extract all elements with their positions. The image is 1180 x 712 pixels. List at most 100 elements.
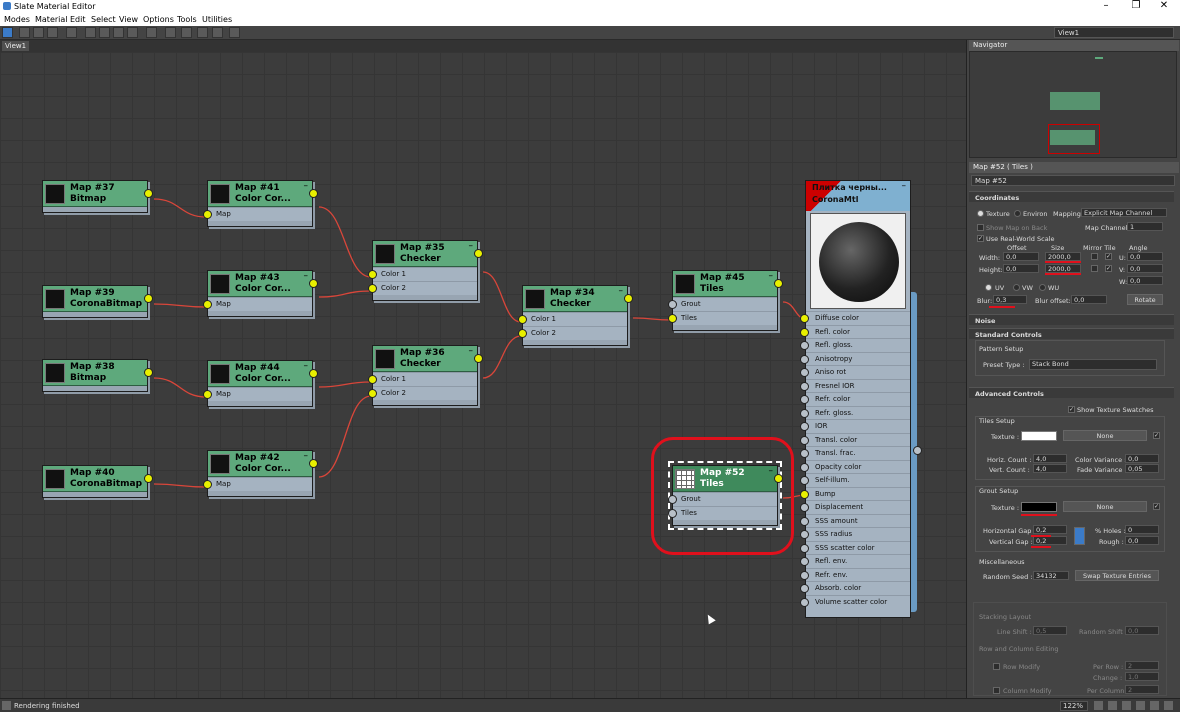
rotate-button[interactable]: Rotate [1127,294,1163,305]
environ-radio[interactable] [1014,210,1021,217]
holes-spinner[interactable]: 0 [1125,525,1159,534]
rollout-advanced-controls[interactable]: Advanced Controls [969,387,1174,398]
zoom-region-icon[interactable] [1122,701,1131,710]
input-socket[interactable] [800,314,809,323]
lock-gap-icon[interactable] [1074,527,1085,545]
node-map-43[interactable]: Map #43 Color Cor... – Map [203,270,318,317]
navigator-view[interactable] [969,51,1177,158]
material-slot[interactable]: SSS scatter color [800,540,910,555]
input-socket[interactable] [518,329,527,338]
assign-material-icon[interactable] [47,27,58,38]
node-map-38[interactable]: Map #38 Bitmap [42,359,153,392]
input-socket[interactable] [800,489,809,499]
u-angle-spinner[interactable]: 0,0 [1127,252,1163,261]
output-socket[interactable] [144,368,153,377]
vert-count-spinner[interactable]: 4,0 [1033,464,1067,473]
vw-radio[interactable] [1013,284,1020,291]
grout-texture-checkbox[interactable]: ✓ [1153,503,1160,510]
material-slot[interactable]: Transl. color [800,432,910,447]
map-name-field[interactable]: Map #52 [971,175,1175,186]
background-icon[interactable] [127,27,138,38]
material-slot[interactable]: Opacity color [800,459,910,474]
input-socket[interactable] [203,210,212,219]
output-socket[interactable] [309,279,318,288]
input-socket[interactable] [800,354,809,364]
map-channel-spinner[interactable]: 1 [1127,222,1163,231]
show-map-icon[interactable] [113,27,124,38]
parameter-editor-icon[interactable] [197,27,208,38]
tiles-color-swatch[interactable] [1021,431,1057,441]
input-socket[interactable] [800,597,809,607]
material-slot[interactable]: Fresnel IOR [800,378,910,393]
select-tool-icon[interactable] [2,27,13,38]
menu-options[interactable]: Options [143,15,174,24]
material-slot[interactable]: Transl. frac. [800,446,910,460]
input-socket[interactable] [800,503,809,512]
node-map-42[interactable]: Map #42 Color Cor... – Map [203,450,318,497]
fade-variance-spinner[interactable]: 0,05 [1125,464,1159,473]
input-socket[interactable] [668,300,677,309]
menu-select[interactable]: Select [91,15,116,24]
vertical-gap-spinner[interactable]: 0,2 [1033,536,1067,545]
input-socket[interactable] [800,368,809,377]
menu-utilities[interactable]: Utilities [202,15,232,24]
node-view-canvas[interactable]: Map #37 Bitmap Map #39 CoronaBitmap Map … [0,52,966,698]
input-socket[interactable] [800,408,809,418]
row-modify-checkbox[interactable] [993,663,1000,670]
mapping-dropdown[interactable]: Explicit Map Channel [1081,208,1167,217]
input-socket[interactable] [800,462,809,472]
input-socket[interactable] [368,270,377,279]
maximize-button[interactable]: ❐ [1126,0,1146,11]
input-socket[interactable] [800,530,809,539]
input-socket[interactable] [518,315,527,324]
input-socket[interactable] [800,435,809,445]
output-socket[interactable] [144,474,153,483]
node-map-34[interactable]: Map #34 Checker – Color 1 Color 2 [518,285,633,346]
collapse-button[interactable]: – [769,271,774,281]
node-map-36[interactable]: Map #36 Checker – Color 1 Color 2 [368,345,483,406]
input-socket[interactable] [668,314,677,323]
input-socket[interactable] [203,480,212,489]
node-map-41[interactable]: Map #41 Color Cor... – Map [203,180,318,227]
show-swatches-checkbox[interactable]: ✓ [1068,406,1075,413]
output-socket[interactable] [309,189,318,198]
pan-icon[interactable] [1094,701,1103,710]
use-real-world-checkbox[interactable]: ✓ [977,235,984,242]
layout-icon[interactable] [146,27,157,38]
pick-material-icon[interactable] [19,27,30,38]
horiz-count-spinner[interactable]: 4,0 [1033,454,1067,463]
show-map-on-back-checkbox[interactable] [977,224,984,231]
height-size-spinner[interactable]: 2000,0 [1045,264,1081,273]
menu-material[interactable]: Material [35,15,68,24]
blur-spinner[interactable]: 0,3 [993,295,1027,304]
change-spinner[interactable]: 1,0 [1125,672,1159,681]
hide-unused-icon[interactable] [99,27,110,38]
view-selector[interactable]: View1 [1054,27,1174,38]
collapse-button[interactable]: – [902,181,907,191]
output-socket[interactable] [474,354,483,363]
height-offset-spinner[interactable]: 0,0 [1003,264,1039,273]
color-variance-spinner[interactable]: 0,0 [1125,454,1159,463]
input-socket[interactable] [800,327,809,337]
output-socket[interactable] [309,369,318,378]
output-socket[interactable] [309,459,318,468]
collapse-button[interactable]: – [469,346,474,356]
collapse-button[interactable]: – [304,451,309,461]
tiles-texture-checkbox[interactable]: ✓ [1153,432,1160,439]
menu-modes[interactable]: Modes [4,15,30,24]
swap-texture-entries-button[interactable]: Swap Texture Entries [1075,570,1159,581]
node-map-44[interactable]: Map #44 Color Cor... – Map [203,360,318,407]
zoom-extents-icon[interactable] [1136,701,1145,710]
output-socket[interactable] [474,249,483,258]
input-socket[interactable] [800,341,809,350]
pan-to-selected-icon[interactable] [1164,701,1173,710]
layout-children-icon[interactable] [165,27,176,38]
material-slot[interactable]: Displacement [800,500,910,514]
input-socket[interactable] [800,557,809,566]
width-size-spinner[interactable]: 2000,0 [1045,252,1081,261]
random-shift-spinner[interactable]: 0,0 [1125,626,1159,635]
minimize-button[interactable]: – [1096,0,1116,11]
grout-color-swatch[interactable] [1021,502,1057,512]
node-map-45[interactable]: Map #45 Tiles – Grout Tiles [668,270,783,331]
uv-radio[interactable] [985,284,992,291]
